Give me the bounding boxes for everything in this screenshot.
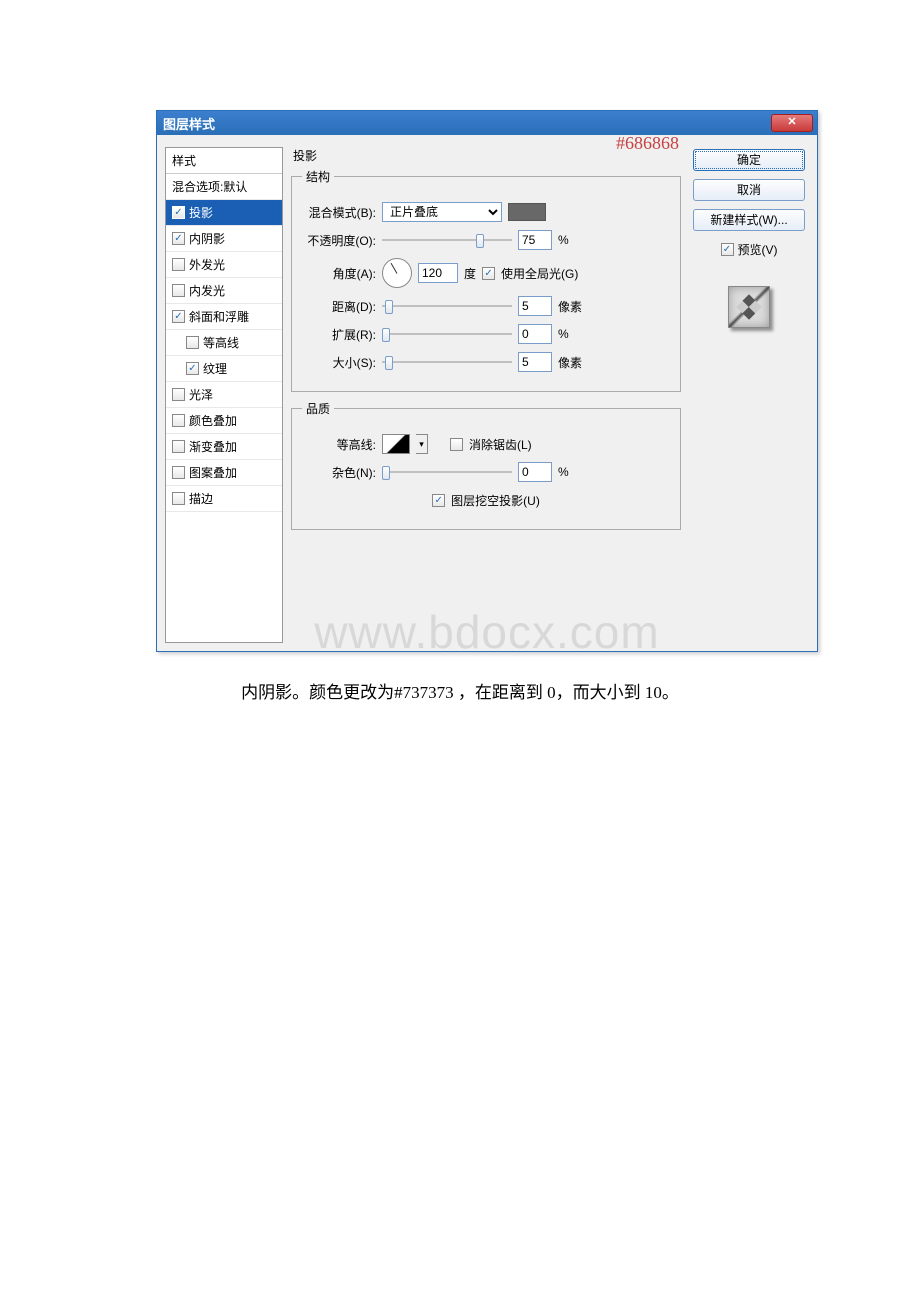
style-checkbox[interactable] bbox=[172, 440, 185, 453]
style-item-label: 描边 bbox=[189, 490, 213, 507]
shadow-color-swatch[interactable] bbox=[508, 203, 546, 221]
noise-slider[interactable] bbox=[382, 469, 512, 475]
distance-slider[interactable] bbox=[382, 303, 512, 309]
angle-dial[interactable] bbox=[382, 258, 412, 288]
style-item-label: 外发光 bbox=[189, 256, 225, 273]
style-item-label: 等高线 bbox=[203, 334, 239, 351]
cancel-button[interactable]: 取消 bbox=[693, 179, 805, 201]
dialog-title: 图层样式 bbox=[163, 114, 215, 133]
style-item-label: 光泽 bbox=[189, 386, 213, 403]
opacity-input[interactable] bbox=[518, 230, 552, 250]
new-style-button[interactable]: 新建样式(W)... bbox=[693, 209, 805, 231]
style-item-label: 斜面和浮雕 bbox=[189, 308, 249, 325]
button-column: 确定 取消 新建样式(W)... ✓ 预览(V) bbox=[689, 147, 809, 643]
size-unit: 像素 bbox=[558, 354, 582, 371]
knockout-checkbox[interactable]: ✓ bbox=[432, 494, 445, 507]
contour-dropdown[interactable]: ▾ bbox=[416, 434, 428, 454]
opacity-slider[interactable] bbox=[382, 237, 512, 243]
angle-unit: 度 bbox=[464, 265, 476, 282]
preview-label: 预览(V) bbox=[738, 241, 778, 258]
styles-header: 样式 bbox=[166, 148, 282, 174]
antialias-label: 消除锯齿(L) bbox=[469, 436, 532, 453]
quality-legend: 品质 bbox=[302, 400, 334, 417]
style-item-label: 图案叠加 bbox=[189, 464, 237, 481]
style-checkbox[interactable] bbox=[186, 336, 199, 349]
style-item-6[interactable]: 等高线 bbox=[166, 330, 282, 356]
distance-label: 距离(D): bbox=[302, 298, 376, 315]
contour-label: 等高线: bbox=[302, 436, 376, 453]
style-item-label: 混合选项:默认 bbox=[172, 178, 247, 195]
knockout-label: 图层挖空投影(U) bbox=[451, 492, 540, 509]
style-item-label: 颜色叠加 bbox=[189, 412, 237, 429]
spread-slider[interactable] bbox=[382, 331, 512, 337]
opacity-unit: % bbox=[558, 233, 569, 247]
angle-label: 角度(A): bbox=[302, 265, 376, 282]
close-button[interactable]: ✕ bbox=[771, 114, 813, 132]
style-item-1[interactable]: ✓ 投影 bbox=[166, 200, 282, 226]
blend-mode-select[interactable]: 正片叠底 bbox=[382, 202, 502, 222]
style-checkbox[interactable]: ✓ bbox=[186, 362, 199, 375]
page-caption: 内阴影。颜色更改为#737373 ，在距离到 0，而大小到 10。 bbox=[0, 678, 920, 703]
spread-unit: % bbox=[558, 327, 569, 341]
spread-input[interactable] bbox=[518, 324, 552, 344]
style-item-12[interactable]: 描边 bbox=[166, 486, 282, 512]
preview-checkbox[interactable]: ✓ bbox=[721, 243, 734, 256]
global-light-label: 使用全局光(G) bbox=[501, 265, 578, 282]
structure-group: 结构 混合模式(B): 正片叠底 不透明度(O): % bbox=[291, 168, 681, 392]
style-item-10[interactable]: 渐变叠加 bbox=[166, 434, 282, 460]
style-item-0[interactable]: 混合选项:默认 bbox=[166, 174, 282, 200]
spread-label: 扩展(R): bbox=[302, 326, 376, 343]
style-checkbox[interactable] bbox=[172, 466, 185, 479]
style-checkbox[interactable]: ✓ bbox=[172, 310, 185, 323]
noise-input[interactable] bbox=[518, 462, 552, 482]
hex-annotation: #686868 bbox=[616, 133, 679, 154]
style-item-5[interactable]: ✓ 斜面和浮雕 bbox=[166, 304, 282, 330]
settings-panel: #686868 投影 结构 混合模式(B): 正片叠底 不透明度(O): bbox=[291, 147, 681, 643]
style-checkbox[interactable] bbox=[172, 388, 185, 401]
blend-mode-label: 混合模式(B): bbox=[302, 204, 376, 221]
antialias-checkbox[interactable] bbox=[450, 438, 463, 451]
style-checkbox[interactable] bbox=[172, 258, 185, 271]
opacity-label: 不透明度(O): bbox=[302, 232, 376, 249]
style-item-8[interactable]: 光泽 bbox=[166, 382, 282, 408]
size-label: 大小(S): bbox=[302, 354, 376, 371]
distance-unit: 像素 bbox=[558, 298, 582, 315]
style-checkbox[interactable] bbox=[172, 492, 185, 505]
noise-label: 杂色(N): bbox=[302, 464, 376, 481]
angle-input[interactable] bbox=[418, 263, 458, 283]
style-checkbox[interactable] bbox=[172, 284, 185, 297]
distance-input[interactable] bbox=[518, 296, 552, 316]
style-item-9[interactable]: 颜色叠加 bbox=[166, 408, 282, 434]
titlebar: 图层样式 ✕ bbox=[157, 111, 817, 135]
noise-unit: % bbox=[558, 465, 569, 479]
style-item-2[interactable]: ✓ 内阴影 bbox=[166, 226, 282, 252]
style-checkbox[interactable]: ✓ bbox=[172, 232, 185, 245]
contour-swatch[interactable] bbox=[382, 434, 410, 454]
style-item-label: 内阴影 bbox=[189, 230, 225, 247]
style-checkbox[interactable]: ✓ bbox=[172, 206, 185, 219]
style-item-11[interactable]: 图案叠加 bbox=[166, 460, 282, 486]
style-item-3[interactable]: 外发光 bbox=[166, 252, 282, 278]
global-light-checkbox[interactable]: ✓ bbox=[482, 267, 495, 280]
style-checkbox[interactable] bbox=[172, 414, 185, 427]
layer-style-dialog: 图层样式 ✕ 样式 混合选项:默认 ✓ 投影 ✓ 内阴影外发光内发光 ✓ 斜面和浮雕等高线 ✓… bbox=[156, 110, 818, 652]
size-slider[interactable] bbox=[382, 359, 512, 365]
style-item-label: 投影 bbox=[189, 204, 213, 221]
style-item-label: 渐变叠加 bbox=[189, 438, 237, 455]
style-item-7[interactable]: ✓ 纹理 bbox=[166, 356, 282, 382]
style-item-label: 内发光 bbox=[189, 282, 225, 299]
size-input[interactable] bbox=[518, 352, 552, 372]
preview-swatch bbox=[728, 286, 770, 328]
styles-list: 样式 混合选项:默认 ✓ 投影 ✓ 内阴影外发光内发光 ✓ 斜面和浮雕等高线 ✓ 纹理光泽颜色叠… bbox=[165, 147, 283, 643]
style-item-4[interactable]: 内发光 bbox=[166, 278, 282, 304]
ok-button[interactable]: 确定 bbox=[693, 149, 805, 171]
style-item-label: 纹理 bbox=[203, 360, 227, 377]
structure-legend: 结构 bbox=[302, 168, 334, 185]
quality-group: 品质 等高线: ▾ 消除锯齿(L) 杂色(N): % bbox=[291, 400, 681, 530]
